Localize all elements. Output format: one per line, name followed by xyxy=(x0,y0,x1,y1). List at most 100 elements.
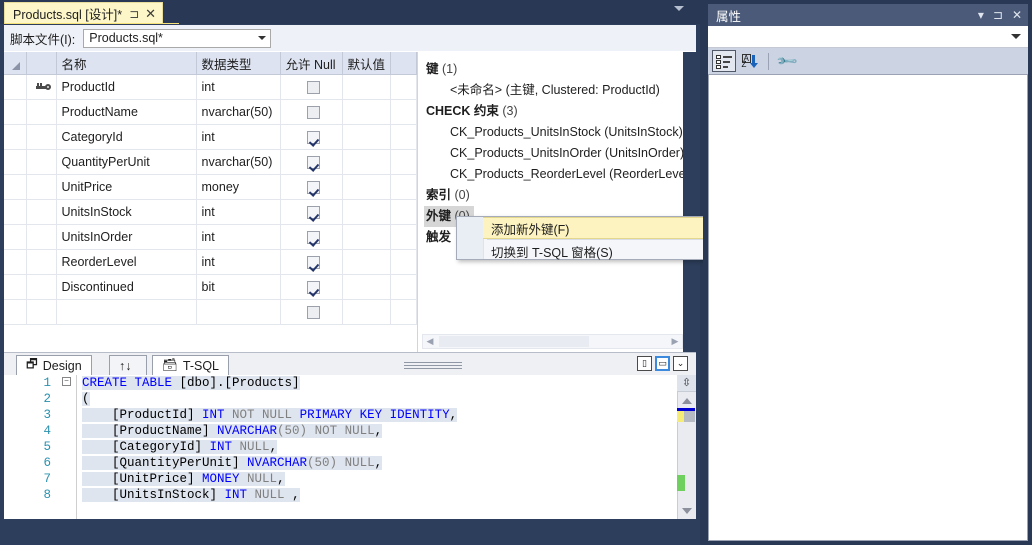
cell-allow-null[interactable] xyxy=(280,74,343,100)
tree-horizontal-scrollbar[interactable]: ◀ ▶ xyxy=(422,334,683,349)
tab-tsql[interactable]: 🗃 T-SQL xyxy=(152,355,229,375)
cell-allow-null[interactable] xyxy=(280,149,343,175)
collapse-pane-button[interactable]: ⌄ xyxy=(673,356,688,371)
properties-grid[interactable] xyxy=(708,74,1028,541)
properties-object-selector[interactable] xyxy=(708,26,1028,48)
cell-column-name[interactable]: ProductId xyxy=(56,74,197,100)
cell-column-name[interactable]: ReorderLevel xyxy=(56,249,197,275)
cell-column-name[interactable]: Discontinued xyxy=(56,274,197,300)
checkbox-allow-null[interactable] xyxy=(307,306,320,320)
editor-code[interactable]: 1− CREATE TABLE [dbo].[Products] 2(3 [Prod… xyxy=(4,375,696,503)
table-row[interactable]: UnitPrice money xyxy=(4,174,417,200)
header-corner[interactable] xyxy=(4,52,27,75)
cell-default-value[interactable] xyxy=(342,174,391,200)
cell-default-value[interactable] xyxy=(342,149,391,175)
tab-sync[interactable]: ↑↓ xyxy=(109,355,147,375)
checkbox-allow-null[interactable] xyxy=(307,231,320,245)
checkbox-allow-null[interactable] xyxy=(307,106,320,120)
cell-data-type[interactable]: money xyxy=(196,174,281,200)
cell-default-value[interactable] xyxy=(342,249,391,275)
header-name[interactable]: 名称 xyxy=(56,52,197,75)
cell-column-name[interactable] xyxy=(56,299,197,325)
row-selector[interactable] xyxy=(4,274,27,300)
row-selector[interactable] xyxy=(4,174,27,200)
tree-group-0[interactable]: 键 (1) xyxy=(424,59,696,80)
tsql-editor[interactable]: 1− CREATE TABLE [dbo].[Products] 2(3 [Prod… xyxy=(4,375,696,520)
tree-group-2[interactable]: 索引 (0) xyxy=(424,185,696,206)
cell-allow-null[interactable] xyxy=(280,299,343,325)
table-row[interactable]: ProductId int xyxy=(4,74,417,100)
row-selector[interactable] xyxy=(4,199,27,225)
cell-default-value[interactable] xyxy=(342,99,391,125)
row-selector[interactable] xyxy=(4,99,27,125)
split-vertical-button[interactable]: ▯ xyxy=(637,356,652,371)
row-selector[interactable] xyxy=(4,224,27,250)
cell-column-name[interactable]: ProductName xyxy=(56,99,197,125)
cell-data-type[interactable]: int xyxy=(196,199,281,225)
table-row[interactable]: UnitsInStock int xyxy=(4,199,417,225)
menu-item-add-foreign-key[interactable]: 添加新外键(F) xyxy=(483,217,722,239)
editor-split-handle[interactable]: ⇳ xyxy=(677,375,696,392)
pin-icon[interactable]: ⊐ xyxy=(993,9,1003,21)
table-row[interactable]: UnitsInOrder int xyxy=(4,224,417,250)
categorized-button[interactable] xyxy=(712,50,736,72)
tab-design[interactable]: 🗗 Design xyxy=(16,355,92,375)
alphabetical-button[interactable]: AZ xyxy=(738,50,762,72)
cell-allow-null[interactable] xyxy=(280,174,343,200)
scroll-up-arrow-icon[interactable] xyxy=(679,395,694,407)
close-icon[interactable]: ✕ xyxy=(145,6,156,22)
splitter-grip[interactable] xyxy=(404,362,462,369)
cell-allow-null[interactable] xyxy=(280,249,343,275)
cell-allow-null[interactable] xyxy=(280,224,343,250)
header-allow-null[interactable]: 允许 Null xyxy=(280,52,343,75)
table-row[interactable]: Discontinued bit xyxy=(4,274,417,300)
checkbox-allow-null[interactable] xyxy=(307,181,320,195)
cell-data-type[interactable]: bit xyxy=(196,274,281,300)
row-selector[interactable] xyxy=(4,149,27,175)
cell-allow-null[interactable] xyxy=(280,274,343,300)
scroll-down-arrow-icon[interactable] xyxy=(679,505,694,517)
checkbox-allow-null[interactable] xyxy=(307,156,320,170)
tree-vertical-scrollbar[interactable] xyxy=(683,52,696,352)
table-row[interactable]: QuantityPerUnit nvarchar(50) xyxy=(4,149,417,175)
cell-column-name[interactable]: UnitsInStock xyxy=(56,199,197,225)
header-default[interactable]: 默认值 xyxy=(342,52,391,75)
cell-column-name[interactable]: UnitPrice xyxy=(56,174,197,200)
tree-item[interactable]: CK_Products_ReorderLevel (ReorderLevel) xyxy=(424,164,696,185)
row-selector[interactable] xyxy=(4,74,27,100)
property-pages-button[interactable]: 🔧 xyxy=(775,49,799,73)
checkbox-allow-null[interactable] xyxy=(307,281,320,295)
cell-default-value[interactable] xyxy=(342,274,391,300)
cell-column-name[interactable]: QuantityPerUnit xyxy=(56,149,197,175)
tree-item[interactable]: CK_Products_UnitsInOrder (UnitsInOrder) xyxy=(424,143,696,164)
chevron-down-icon[interactable] xyxy=(1011,34,1021,39)
chevron-down-icon[interactable] xyxy=(254,30,270,47)
table-row[interactable]: ReorderLevel int xyxy=(4,249,417,275)
scroll-thumb[interactable] xyxy=(439,336,589,347)
close-icon[interactable]: ✕ xyxy=(1012,9,1022,21)
cell-default-value[interactable] xyxy=(342,199,391,225)
table-row[interactable]: ProductName nvarchar(50) xyxy=(4,99,417,125)
cell-column-name[interactable]: CategoryId xyxy=(56,124,197,150)
cell-default-value[interactable] xyxy=(342,224,391,250)
tree-group-1[interactable]: CHECK 约束 (3) xyxy=(424,101,696,122)
cell-column-name[interactable]: UnitsInOrder xyxy=(56,224,197,250)
scroll-right-arrow-icon[interactable]: ▶ xyxy=(668,336,682,347)
checkbox-allow-null[interactable] xyxy=(307,81,320,95)
checkbox-allow-null[interactable] xyxy=(307,256,320,270)
menu-item-switch-to-tsql[interactable]: 切换到 T-SQL 窗格(S) xyxy=(457,240,722,262)
cell-data-type[interactable]: nvarchar(50) xyxy=(196,149,281,175)
chevron-down-icon[interactable] xyxy=(674,6,684,11)
cell-allow-null[interactable] xyxy=(280,199,343,225)
row-selector[interactable] xyxy=(4,124,27,150)
chevron-down-icon[interactable]: ▾ xyxy=(978,9,984,21)
editor-vertical-scrollbar[interactable]: ⇳ xyxy=(677,375,696,520)
row-selector[interactable] xyxy=(4,299,27,325)
cell-default-value[interactable] xyxy=(342,124,391,150)
cell-data-type[interactable] xyxy=(196,299,281,325)
cell-data-type[interactable]: int xyxy=(196,249,281,275)
script-file-combo[interactable]: Products.sql* xyxy=(83,28,272,48)
cell-allow-null[interactable] xyxy=(280,124,343,150)
cell-default-value[interactable] xyxy=(342,299,391,325)
cell-data-type[interactable]: int xyxy=(196,124,281,150)
